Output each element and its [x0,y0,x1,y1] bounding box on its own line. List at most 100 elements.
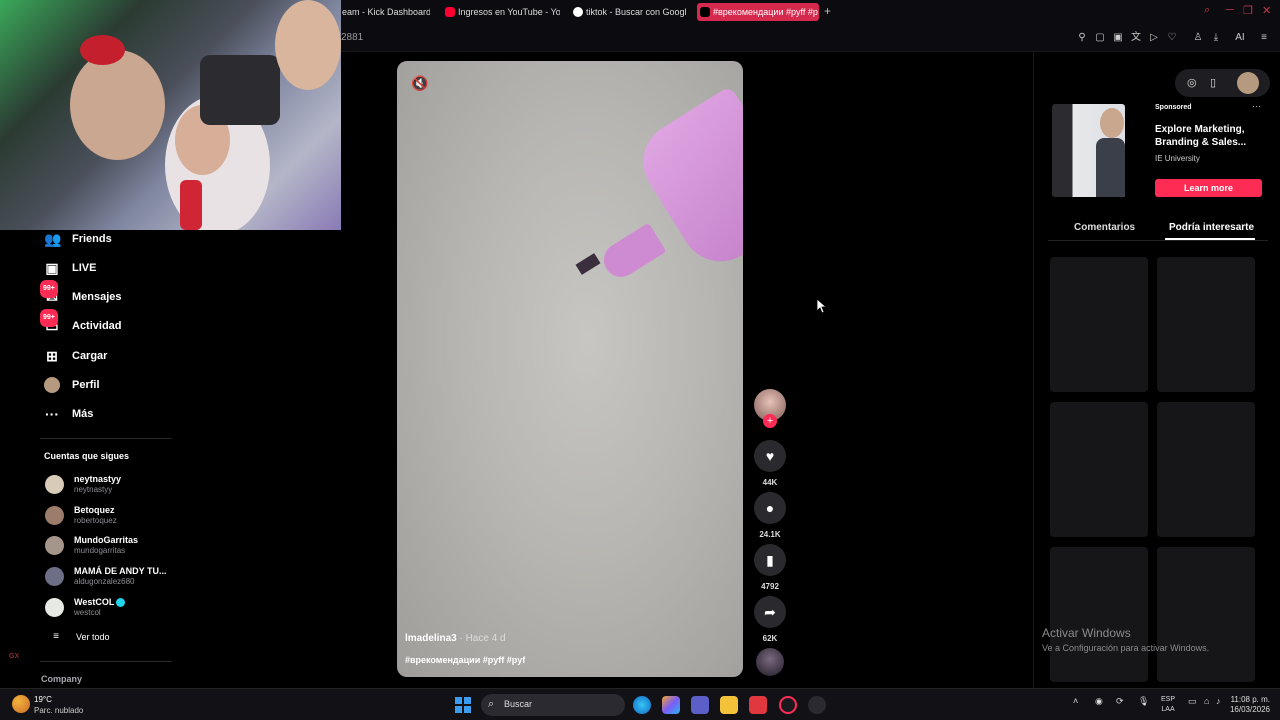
play-icon[interactable]: ▷ [1148,32,1160,44]
following-item[interactable]: MundoGarritas mundogarritas [45,534,138,556]
recommended-video-card[interactable] [1050,402,1148,537]
teams-icon[interactable] [691,696,709,714]
nav-activity[interactable]: ▭99+ Actividad [40,309,122,336]
avatar [45,566,64,586]
compass-icon[interactable]: ◎ [1187,76,1197,89]
nav-profile[interactable]: Perfil [44,375,100,395]
nav-messages[interactable]: ✉99+ Mensajes [40,280,122,307]
divider [40,661,172,662]
recommended-video-card[interactable] [1157,402,1255,537]
nav-label: Actividad [72,320,122,332]
ad-title[interactable]: Explore Marketing, Branding & Sales... [1155,123,1265,149]
learn-more-button[interactable]: Learn more [1155,179,1262,197]
microphone-icon[interactable]: 🎙 [1138,696,1149,707]
webcam-chair [200,55,280,125]
ad-person-suit [1096,138,1125,197]
account-name: MAMÁ DE ANDY TU... [74,565,167,576]
following-item[interactable]: Betoquez robertoquez [45,504,117,526]
next-video-avatar[interactable] [756,648,784,676]
network-icon[interactable]: ⌂ [1204,696,1209,706]
lang-bottom: LAA [1161,706,1175,713]
comment-icon[interactable]: ● [754,492,786,524]
follow-plus-icon[interactable]: + [763,414,777,428]
video-player[interactable]: 🔇 lmadelina3 · Hace 4 d #врекомендации #… [397,61,743,677]
account-username: robertoquez [74,515,117,525]
more-options-icon[interactable]: ··· [1252,101,1261,111]
phone-icon[interactable]: ▯ [1210,76,1216,89]
taskbar-search[interactable]: ⌕ Buscar [481,694,625,716]
recommended-video-card[interactable] [1050,257,1148,392]
see-all-link[interactable]: ≡ Ver todo [48,627,109,647]
language-indicator[interactable]: ESP LAA [1161,695,1175,715]
display-icon[interactable]: ▭ [1188,696,1197,707]
upload-icon: ⊞ [46,348,58,364]
lang-top: ESP [1161,696,1176,703]
system-clock[interactable]: 11:08 p. m. 16/03/2026 [1226,695,1270,715]
tray-app-icon[interactable]: ◉ [1095,696,1103,707]
tiktok-favicon-icon [700,7,710,17]
tray-chevron-icon[interactable]: ˄ [1073,696,1078,706]
ai-button[interactable]: AI [1230,32,1250,44]
following-item[interactable]: neytnastyy neytnastyy [45,473,121,495]
recommended-video-card[interactable] [1157,257,1255,392]
video-hashtags[interactable]: #врекомендации #pyff #pyf [405,655,525,665]
tab-google-search[interactable]: tiktok - Buscar con Googl [570,3,688,21]
recommended-video-card[interactable] [1050,547,1148,682]
nav-live[interactable]: ▣ LIVE [44,258,96,278]
extensions-icon[interactable]: ▣ [1112,32,1124,44]
share-action: ➦ 62K [754,596,786,643]
nav-label: LIVE [72,262,97,274]
friends-icon: 👥 [44,231,62,247]
tray-sync-icon[interactable]: ⟳ [1116,696,1124,707]
tab-kick-dashboard[interactable]: eam - Kick Dashboard [326,3,430,21]
like-action: ♥ 44K [754,440,786,487]
tab-youtube-income[interactable]: Ingresos en YouTube - Yo [442,3,560,21]
tab-comments[interactable]: Comentarios [1074,222,1135,233]
tab-tiktok-active[interactable]: #врекомендации #pyff #p [697,3,819,21]
google-favicon-icon [573,7,583,17]
minimize-icon[interactable]: ─ [1226,4,1234,16]
nav-upload[interactable]: ⊞ Cargar [44,346,107,366]
menu-icon[interactable]: ≡ [1258,32,1270,44]
share-icon[interactable]: ➦ [754,596,786,628]
close-icon[interactable]: ✕ [1262,4,1271,17]
ad-thumbnail[interactable] [1052,104,1125,197]
app-settings-icon[interactable] [808,696,826,714]
new-tab-button[interactable]: + [824,4,831,18]
snapshot-icon[interactable]: ▢ [1094,32,1106,44]
following-item[interactable]: MAMÁ DE ANDY TU... aldugonzalez680 [45,565,167,587]
search-icon[interactable]: ⌕ [1204,4,1210,17]
address-bar[interactable]: 2881 [341,32,363,43]
following-item[interactable]: WestCOL westcol [45,596,126,618]
maximize-icon[interactable]: ❐ [1243,4,1253,17]
download-icon[interactable]: ⤓ [1210,32,1222,44]
weather-description: Parc. nublado [34,706,84,715]
tab-label: eam - Kick Dashboard [342,7,430,17]
pin-icon[interactable]: ⚲ [1076,32,1088,44]
webcam-person [275,0,341,90]
copilot-icon[interactable] [662,696,680,714]
company-link[interactable]: Company [41,674,82,684]
account-icon[interactable]: ♙ [1192,32,1204,44]
nav-friends[interactable]: 👥 Friends [44,229,112,249]
heart-icon[interactable]: ♡ [1166,32,1178,44]
weather-icon[interactable] [12,695,30,713]
heart-icon[interactable]: ♥ [754,440,786,472]
app-red-icon[interactable] [749,696,767,714]
nav-more[interactable]: ··· Más [44,404,93,424]
mute-icon[interactable]: 🔇 [411,75,428,92]
bookmark-icon[interactable]: ▮ [754,544,786,576]
windows-start-icon[interactable] [455,697,471,713]
like-count: 44K [762,478,778,487]
recommended-video-card[interactable] [1157,547,1255,682]
opera-gx-icon[interactable] [779,696,797,714]
tabs-divider [1048,240,1268,241]
avatar[interactable] [1237,72,1259,94]
file-explorer-icon[interactable] [720,696,738,714]
video-author[interactable]: lmadelina3 · Hace 4 d [405,633,506,644]
volume-icon[interactable]: ♪ [1216,696,1221,706]
highlighter-neck [597,222,667,284]
edge-icon[interactable] [633,696,651,714]
translate-icon[interactable]: 文 [1130,32,1142,44]
tab-you-may-like[interactable]: Podría interesarte [1169,222,1254,233]
